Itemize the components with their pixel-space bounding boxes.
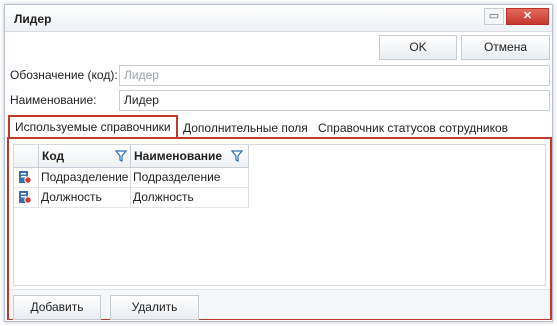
code-label: Обозначение (код): <box>10 68 118 82</box>
column-header-name[interactable]: Наименование <box>131 145 249 168</box>
row-indicator-header <box>14 145 39 168</box>
tab-employee-status-directory[interactable]: Справочник статусов сотрудников <box>318 121 508 135</box>
name-input[interactable]: Лидер <box>119 90 550 111</box>
ok-button[interactable]: OK <box>379 35 457 60</box>
delete-button[interactable]: Удалить <box>110 295 199 320</box>
restore-button[interactable]: ▭ <box>484 8 504 25</box>
name-label: Наименование: <box>10 93 97 107</box>
tab-content-panel: Код Наименование Подразделение Подраздел… <box>7 137 552 320</box>
column-header-code-label: Код <box>42 149 65 163</box>
close-button[interactable]: ✕ <box>506 8 549 25</box>
close-icon: ✕ <box>522 10 533 22</box>
add-button[interactable]: Добавить <box>13 295 101 320</box>
column-header-code[interactable]: Код <box>39 145 131 168</box>
cell-name[interactable]: Подразделение <box>131 168 249 188</box>
cell-code[interactable]: Должность <box>39 188 131 208</box>
cell-name[interactable]: Должность <box>131 188 249 208</box>
directory-icon <box>19 191 32 204</box>
row-indicator[interactable] <box>14 188 39 208</box>
dialog-window: Лидер ▭ ✕ OK Отмена Обозначение (код): Л… <box>4 4 553 322</box>
tab-used-directories[interactable]: Используемые справочники <box>8 115 178 138</box>
cell-code[interactable]: Подразделение <box>39 168 131 188</box>
filter-icon[interactable] <box>231 150 243 162</box>
restore-icon: ▭ <box>488 10 500 22</box>
title-bar: Лидер ▭ ✕ <box>5 5 552 32</box>
code-input[interactable]: Лидер <box>119 65 550 86</box>
row-indicator[interactable] <box>14 168 39 188</box>
directories-grid: Код Наименование Подразделение Подраздел… <box>13 144 546 286</box>
cancel-button[interactable]: Отмена <box>461 35 550 60</box>
grid-footer: Добавить Удалить <box>9 289 550 320</box>
tab-additional-fields[interactable]: Дополнительные поля <box>183 121 308 135</box>
filter-icon[interactable] <box>115 150 127 162</box>
window-title: Лидер <box>14 12 52 26</box>
directory-icon <box>19 171 32 184</box>
column-header-name-label: Наименование <box>134 149 223 163</box>
